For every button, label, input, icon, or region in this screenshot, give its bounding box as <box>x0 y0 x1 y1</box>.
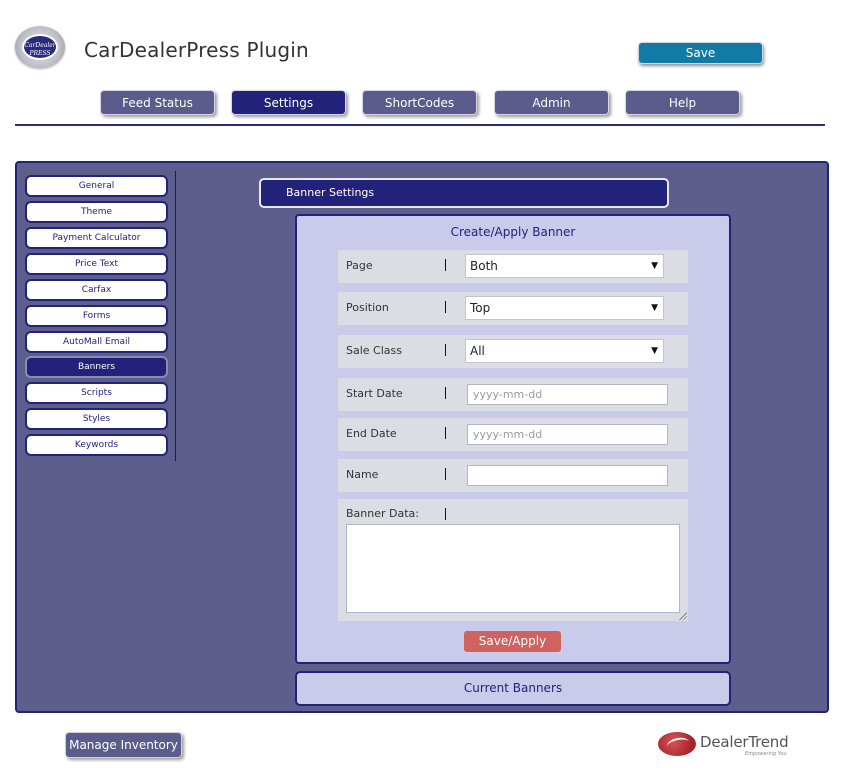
sidebar-item-price-text[interactable]: Price Text <box>25 253 168 275</box>
position-row: Position Top ▼ <box>338 292 688 325</box>
manage-inventory-button[interactable]: Manage Inventory <box>65 732 182 758</box>
dealertrend-mark-icon <box>658 732 696 756</box>
page-row: Page Both ▼ <box>338 250 688 283</box>
save-button[interactable]: Save <box>638 42 763 64</box>
separator <box>445 387 446 399</box>
end-date-row: End Date yyyy-mm-dd <box>338 418 688 451</box>
page-label: Page <box>346 259 373 272</box>
separator <box>445 427 446 439</box>
sale-class-row: Sale Class All ▼ <box>338 335 688 368</box>
page-select[interactable]: Both ▼ <box>465 254 664 278</box>
main-panel: General Theme Payment Calculator Price T… <box>15 161 829 713</box>
sidebar-item-scripts[interactable]: Scripts <box>25 382 168 404</box>
banner-data-row: Banner Data: <box>338 499 688 621</box>
dealertrend-logo: DealerTrend Empowering You <box>658 731 789 759</box>
separator <box>445 468 446 480</box>
end-date-input[interactable]: yyyy-mm-dd <box>467 424 668 445</box>
caret-down-icon: ▼ <box>651 346 658 356</box>
start-date-row: Start Date yyyy-mm-dd <box>338 378 688 411</box>
position-label: Position <box>346 301 389 314</box>
cardealerpress-logo: CarDealer PRESS <box>15 26 65 68</box>
separator <box>445 301 446 313</box>
sidebar-item-automall-email[interactable]: AutoMall Email <box>25 331 168 353</box>
sidebar-item-banners[interactable]: Banners <box>25 356 168 378</box>
end-date-label: End Date <box>346 427 397 440</box>
create-banner-form: Create/Apply Banner Page Both ▼ Position… <box>295 214 731 664</box>
logo-badge: CarDealer PRESS <box>22 34 58 60</box>
form-title: Create/Apply Banner <box>450 225 576 239</box>
name-input[interactable] <box>467 465 668 486</box>
start-date-input[interactable]: yyyy-mm-dd <box>467 384 668 405</box>
resize-handle-icon[interactable] <box>679 612 687 620</box>
sidebar-item-carfax[interactable]: Carfax <box>25 279 168 301</box>
sidebar-item-forms[interactable]: Forms <box>25 305 168 327</box>
start-date-label: Start Date <box>346 387 403 400</box>
header-divider <box>15 124 825 126</box>
sidebar-item-general[interactable]: General <box>25 175 168 197</box>
separator <box>445 344 446 356</box>
name-label: Name <box>346 468 379 481</box>
brand-tagline: Empowering You <box>745 751 787 757</box>
tab-settings[interactable]: Settings <box>231 90 346 115</box>
tab-shortcodes[interactable]: ShortCodes <box>362 90 477 115</box>
current-banners-header[interactable]: Current Banners <box>295 671 731 706</box>
brand-name: DealerTrend <box>700 733 789 751</box>
caret-down-icon: ▼ <box>651 303 658 313</box>
name-row: Name <box>338 459 688 492</box>
sidebar-item-payment-calculator[interactable]: Payment Calculator <box>25 227 168 249</box>
tab-help[interactable]: Help <box>625 90 740 115</box>
sidebar-item-keywords[interactable]: Keywords <box>25 434 168 456</box>
save-apply-button[interactable]: Save/Apply <box>464 631 561 652</box>
tab-admin[interactable]: Admin <box>494 90 609 115</box>
caret-down-icon: ▼ <box>651 261 658 271</box>
app-title: CarDealerPress Plugin <box>84 38 309 62</box>
separator <box>445 259 446 271</box>
position-select[interactable]: Top ▼ <box>465 296 664 320</box>
page-select-value: Both <box>470 259 498 273</box>
sale-class-select[interactable]: All ▼ <box>465 339 664 363</box>
sidebar-item-theme[interactable]: Theme <box>25 201 168 223</box>
banner-data-textarea[interactable] <box>346 524 680 613</box>
banner-settings-header[interactable]: Banner Settings <box>259 178 669 208</box>
sidebar-divider <box>175 171 176 461</box>
position-select-value: Top <box>470 301 491 315</box>
sale-class-label: Sale Class <box>346 344 402 357</box>
tab-feed-status[interactable]: Feed Status <box>100 90 215 115</box>
banner-data-label: Banner Data: <box>346 507 419 520</box>
sale-class-select-value: All <box>470 344 485 358</box>
separator <box>445 508 446 520</box>
sidebar-item-styles[interactable]: Styles <box>25 408 168 430</box>
